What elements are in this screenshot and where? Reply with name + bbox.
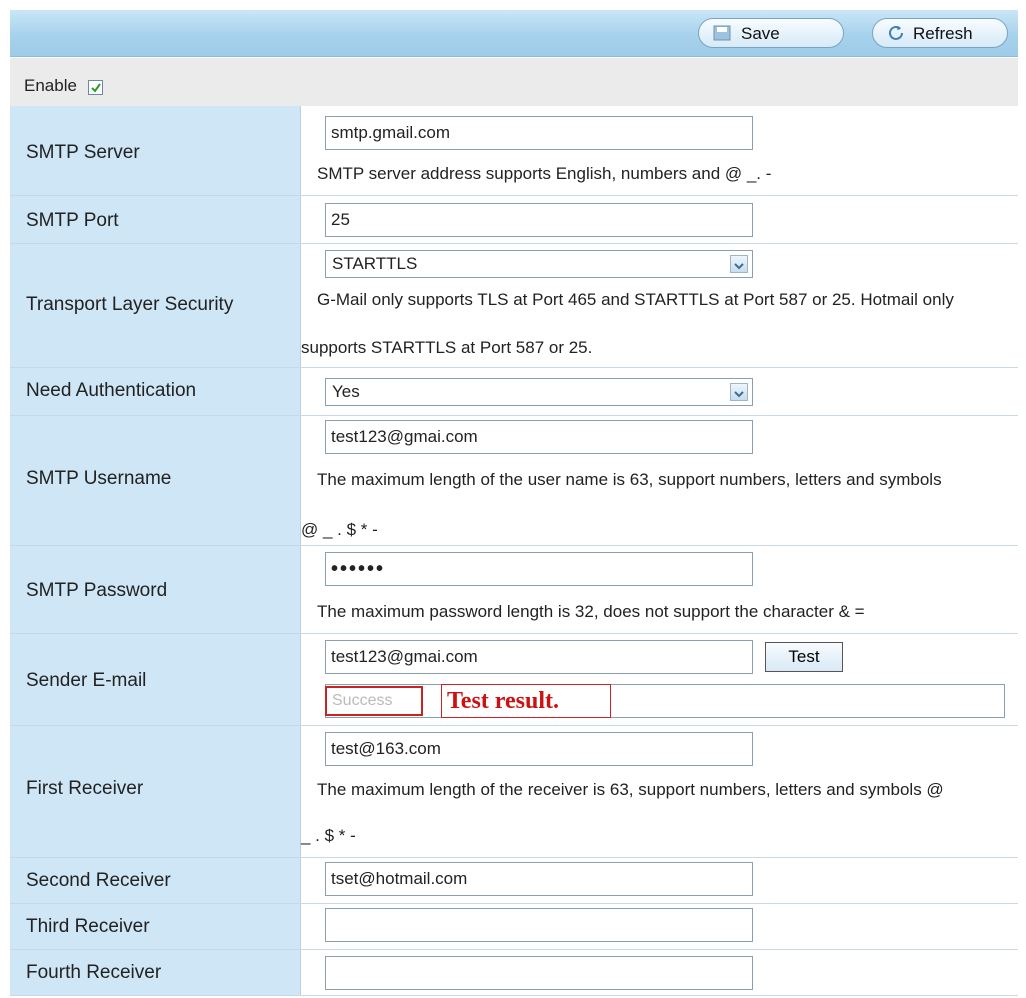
tls-label: Transport Layer Security: [26, 294, 234, 315]
tls-hint-line2: supports STARTTLS at Port 587 or 25.: [301, 338, 593, 357]
refresh-icon: [887, 25, 905, 41]
tls-row: Transport Layer Security STARTTLS G-Mail…: [10, 244, 1018, 368]
second-receiver-row: Second Receiver tset@hotmail.com: [10, 858, 1018, 904]
third-receiver-label: Third Receiver: [26, 916, 150, 937]
smtp-server-row: SMTP Server smtp.gmail.com SMTP server a…: [10, 106, 1018, 196]
need-auth-selected-value: Yes: [332, 382, 360, 401]
test-result-field: [325, 684, 1005, 718]
third-receiver-row: Third Receiver: [10, 904, 1018, 950]
smtp-server-input[interactable]: smtp.gmail.com: [325, 116, 753, 150]
smtp-server-label: SMTP Server: [26, 142, 140, 163]
smtp-username-row: SMTP Username test123@gmai.com The maxim…: [10, 416, 1018, 546]
tls-hint-line1: G-Mail only supports TLS at Port 465 and…: [317, 290, 954, 309]
second-receiver-input[interactable]: tset@hotmail.com: [325, 862, 753, 896]
chevron-down-icon[interactable]: [730, 255, 748, 273]
chevron-down-icon[interactable]: [730, 383, 748, 401]
sender-email-label: Sender E-mail: [26, 670, 147, 691]
enable-checkbox[interactable]: [88, 80, 103, 95]
sender-email-row: Sender E-mail test123@gmai.com Test Succ…: [10, 634, 1018, 726]
sender-email-input[interactable]: test123@gmai.com: [325, 640, 753, 674]
first-receiver-hint-line1: The maximum length of the receiver is 63…: [317, 780, 944, 799]
refresh-button[interactable]: Refresh: [872, 18, 1008, 48]
first-receiver-hint-line2: _ . $ * -: [301, 826, 356, 845]
tls-selected-value: STARTTLS: [332, 254, 418, 273]
checkmark-icon: [91, 83, 101, 93]
smtp-port-input[interactable]: 25: [325, 203, 753, 237]
fourth-receiver-label: Fourth Receiver: [26, 962, 162, 983]
toolbar: Save Refresh: [10, 10, 1018, 57]
second-receiver-label: Second Receiver: [26, 870, 171, 891]
smtp-password-input[interactable]: ••••••: [325, 552, 753, 586]
smtp-password-row: SMTP Password •••••• The maximum passwor…: [10, 546, 1018, 634]
save-button[interactable]: Save: [698, 18, 844, 48]
first-receiver-input[interactable]: test@163.com: [325, 732, 753, 766]
test-button[interactable]: Test: [765, 642, 843, 672]
need-auth-label: Need Authentication: [26, 380, 197, 401]
smtp-password-label: SMTP Password: [26, 580, 168, 601]
need-auth-row: Need Authentication Yes: [10, 368, 1018, 416]
tls-select[interactable]: STARTTLS: [325, 250, 753, 278]
fourth-receiver-input[interactable]: [325, 956, 753, 990]
smtp-username-input[interactable]: test123@gmai.com: [325, 420, 753, 454]
first-receiver-label: First Receiver: [26, 778, 144, 799]
test-result-annotation: Test result.: [441, 684, 611, 718]
smtp-port-row: SMTP Port 25: [10, 196, 1018, 244]
first-receiver-row: First Receiver test@163.com The maximum …: [10, 726, 1018, 858]
smtp-port-label: SMTP Port: [26, 210, 119, 231]
smtp-password-hint: The maximum password length is 32, does …: [317, 602, 865, 621]
enable-row: Enable: [10, 58, 1018, 107]
save-icon: [713, 25, 731, 41]
enable-label: Enable: [24, 76, 77, 95]
need-auth-select[interactable]: Yes: [325, 378, 753, 406]
refresh-button-label: Refresh: [913, 24, 973, 43]
save-button-label: Save: [741, 24, 780, 43]
fourth-receiver-row: Fourth Receiver: [10, 950, 1018, 996]
smtp-server-hint: SMTP server address supports English, nu…: [317, 164, 772, 183]
smtp-username-hint-line2: @ _ . $ * -: [301, 520, 378, 539]
third-receiver-input[interactable]: [325, 908, 753, 942]
status-badge: Success: [325, 686, 423, 716]
smtp-username-label: SMTP Username: [26, 468, 172, 489]
smtp-username-hint-line1: The maximum length of the user name is 6…: [317, 470, 942, 489]
